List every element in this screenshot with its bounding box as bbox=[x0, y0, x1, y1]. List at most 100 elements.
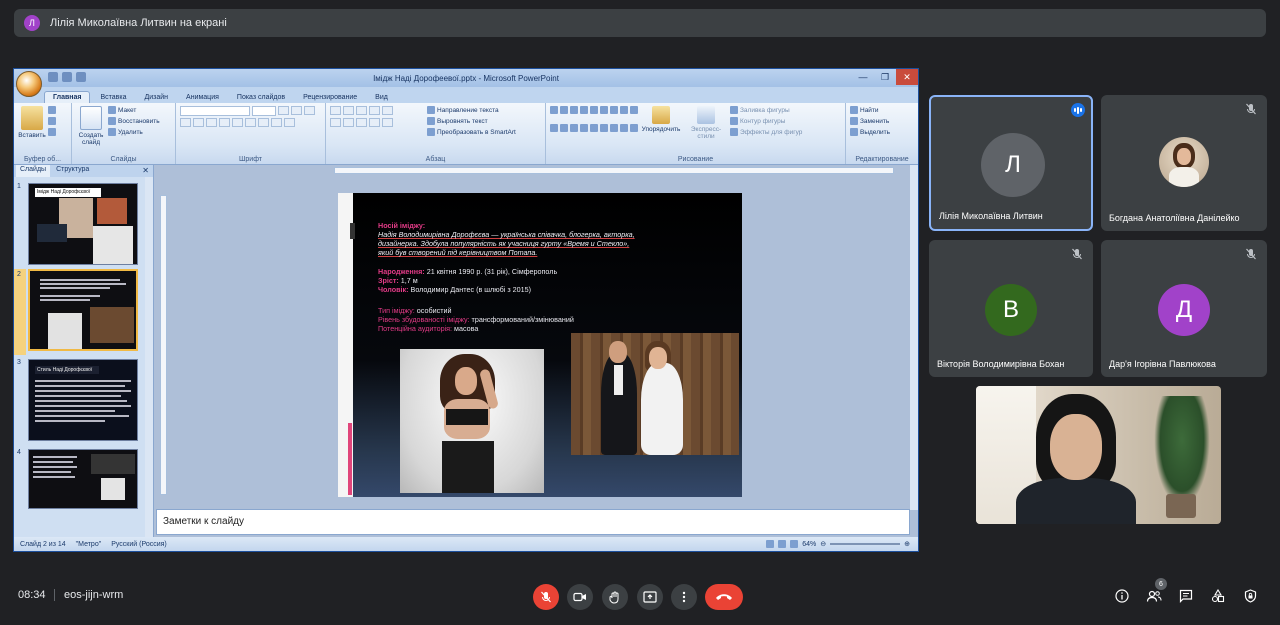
tab-slides: Слайды bbox=[16, 165, 51, 177]
font-group: Шрифт bbox=[176, 103, 326, 164]
ppt-window-title: Імідж Наді Дорофеевої.pptx - Microsoft P… bbox=[373, 73, 559, 83]
minimize-icon: — bbox=[858, 72, 868, 82]
reset-button: Восстановить bbox=[108, 117, 160, 125]
participant-avatar: В bbox=[985, 284, 1037, 336]
husband-value: Володимир Дантес (в шлюбі з 2015) bbox=[408, 285, 532, 294]
presenter-avatar: Л bbox=[24, 15, 40, 31]
thumbs-scrollbar bbox=[145, 177, 153, 537]
participant-name: Вікторія Володимирівна Бохан bbox=[937, 359, 1065, 369]
tab-animation: Анимация bbox=[186, 94, 219, 101]
zoom-slider bbox=[830, 543, 901, 545]
tab-view: Вид bbox=[375, 94, 388, 101]
mic-off-icon bbox=[1072, 248, 1082, 260]
delete-icon bbox=[108, 128, 116, 136]
clipboard-group: Вставить Буфер об... bbox=[14, 103, 72, 164]
raise-hand-button[interactable] bbox=[602, 584, 628, 610]
speaking-indicator-icon bbox=[1071, 103, 1085, 117]
leave-call-button[interactable] bbox=[705, 584, 743, 610]
language: Русский (Россия) bbox=[111, 540, 167, 548]
birth-label: Народження: bbox=[378, 267, 425, 276]
shapes-gallery bbox=[550, 106, 638, 140]
window-controls: — ❐ ✕ bbox=[852, 69, 918, 85]
audience-label: Потенційна аудиторія: bbox=[378, 324, 453, 333]
ppt-titlebar: Імідж Наді Дорофеевої.pptx - Microsoft P… bbox=[14, 69, 918, 87]
slides-group: Создать слайд Макет Восстановить Удалить… bbox=[72, 103, 176, 164]
reset-icon bbox=[108, 117, 116, 125]
drawing-group: Упорядочить Экспресс-стили Заливка фигур… bbox=[546, 103, 846, 164]
effects-icon bbox=[730, 128, 738, 136]
mic-toggle-button[interactable] bbox=[533, 584, 559, 610]
participant-photo bbox=[1159, 137, 1209, 187]
office-button-icon bbox=[16, 71, 42, 97]
camera-toggle-button[interactable] bbox=[567, 584, 593, 610]
meet-window: Л Лілія Миколаївна Литвин на екрані Імід… bbox=[0, 0, 1280, 625]
participant-avatar: Д bbox=[1158, 284, 1210, 336]
participant-tile[interactable]: Л Лілія Миколаївна Литвин bbox=[929, 95, 1093, 231]
tab-review: Рецензирование bbox=[303, 94, 358, 101]
smartart-button: Преобразовать в SmartArt bbox=[427, 128, 516, 136]
quick-styles-icon bbox=[697, 106, 715, 124]
layout-icon bbox=[108, 106, 116, 114]
carrier-line-3: який був створений під керівництвом Пота… bbox=[378, 248, 538, 257]
replace-icon bbox=[850, 117, 858, 125]
slides-pane: Слайды Структура ✕ 1 Імідж Наді Дорофєєв… bbox=[14, 165, 154, 537]
slide-thumbnail-3: Стиль Наді Дорофєєвої bbox=[28, 359, 138, 441]
find-icon bbox=[850, 106, 858, 114]
self-view-video[interactable] bbox=[976, 386, 1221, 524]
delete-button: Удалить bbox=[108, 128, 160, 136]
height-value: 1,7 м bbox=[398, 276, 418, 285]
more-vert-icon bbox=[682, 591, 686, 603]
chat-icon bbox=[1179, 589, 1193, 603]
participant-name: Лілія Миколаївна Литвин bbox=[939, 211, 1043, 221]
audience-value: масова bbox=[452, 324, 479, 333]
new-slide-icon bbox=[80, 106, 102, 130]
participant-name: Дар'я Ігорівна Павлюкова bbox=[1109, 359, 1216, 369]
slide-thumbnail-4 bbox=[28, 449, 138, 509]
find-button: Найти bbox=[850, 106, 890, 114]
fill-icon bbox=[730, 106, 738, 114]
more-options-button[interactable] bbox=[671, 584, 697, 610]
arrange-icon bbox=[652, 106, 670, 124]
participant-tile[interactable]: В Вікторія Володимирівна Бохан bbox=[929, 240, 1093, 377]
slide-canvas: Носій іміджу: Надія Володимирівна Дорофє… bbox=[154, 165, 918, 537]
participant-tile[interactable]: Д Дар'я Ігорівна Павлюкова bbox=[1101, 240, 1267, 377]
shared-screen: Імідж Наді Дорофеевої.pptx - Microsoft P… bbox=[13, 68, 919, 552]
meeting-details-button[interactable] bbox=[1113, 587, 1131, 605]
font-name-combo bbox=[180, 106, 250, 116]
editing-group: Найти Заменить Выделить Редактирование bbox=[846, 103, 918, 164]
paragraph-group: Направление текста Выровнять текст Преоб… bbox=[326, 103, 546, 164]
layout-button: Макет bbox=[108, 106, 160, 114]
format-painter-icon bbox=[48, 128, 56, 136]
presenting-text: Лілія Миколаївна Литвин на екрані bbox=[50, 17, 227, 29]
carrier-line-2: дизайнерка. Здобула популярність як учас… bbox=[378, 239, 630, 248]
shield-lock-icon bbox=[1244, 589, 1256, 603]
zoom-level: 64% bbox=[802, 540, 817, 548]
mic-off-icon bbox=[1246, 248, 1256, 260]
host-controls-button[interactable] bbox=[1241, 587, 1259, 605]
portrait-photo bbox=[400, 349, 544, 493]
canvas-scrollbar bbox=[910, 165, 918, 510]
vertical-ruler bbox=[160, 195, 167, 495]
tab-home: Главная bbox=[44, 91, 91, 103]
normal-view-icon bbox=[766, 540, 775, 548]
close-pane-icon: ✕ bbox=[142, 166, 149, 175]
present-button[interactable] bbox=[637, 584, 663, 610]
tab-slideshow: Показ слайдов bbox=[236, 94, 286, 101]
presenting-banner: Л Лілія Миколаївна Литвин на екрані bbox=[14, 9, 1266, 37]
horizontal-ruler bbox=[334, 167, 894, 174]
activities-shapes-icon bbox=[1211, 589, 1225, 603]
current-slide: Носій іміджу: Надія Володимирівна Дорофє… bbox=[338, 193, 742, 497]
chat-button[interactable] bbox=[1177, 587, 1195, 605]
new-slide-button: Создать слайд bbox=[76, 106, 106, 146]
hand-icon bbox=[609, 591, 619, 604]
copy-icon bbox=[48, 117, 56, 125]
activities-button[interactable] bbox=[1209, 587, 1227, 605]
tab-outline: Структура bbox=[56, 166, 90, 173]
arrange-button: Упорядочить bbox=[640, 106, 682, 140]
participant-tile[interactable]: Богдана Анатоліївна Данілейко bbox=[1101, 95, 1267, 231]
type-label: Тип іміджу: bbox=[378, 306, 415, 315]
replace-button: Заменить bbox=[850, 117, 890, 125]
slideshow-view-icon bbox=[790, 540, 799, 548]
participant-avatar: Л bbox=[1005, 151, 1021, 178]
smartart-icon bbox=[427, 128, 435, 136]
